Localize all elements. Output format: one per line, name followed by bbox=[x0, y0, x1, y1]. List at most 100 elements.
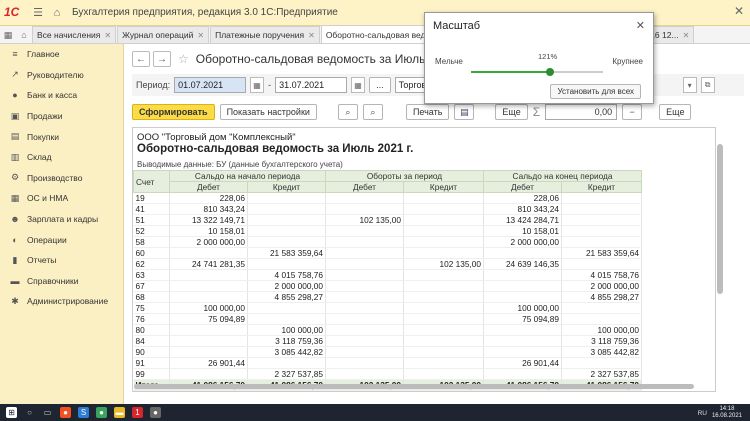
zoom-slider-knob[interactable] bbox=[546, 68, 555, 76]
dropdown-icon[interactable]: ▾ bbox=[682, 77, 697, 93]
table-row[interactable]: 41 810 343,24 810 343,24 bbox=[133, 203, 642, 215]
browser-icon[interactable]: ● bbox=[60, 407, 71, 418]
amount-cell bbox=[247, 214, 326, 226]
amount-cell bbox=[169, 335, 248, 347]
search-icon[interactable]: ○ bbox=[24, 407, 35, 418]
close-tab-icon[interactable]: ✕ bbox=[683, 31, 690, 40]
bank-icon: ● bbox=[12, 90, 18, 101]
print-button[interactable]: Печать bbox=[405, 104, 450, 120]
amount-cell bbox=[325, 313, 404, 325]
amount-cell: 13 322 149,71 bbox=[169, 214, 248, 226]
amount-cell bbox=[561, 236, 642, 248]
sidebar-item-reports[interactable]: ▮ Отчеты bbox=[0, 250, 123, 271]
show-settings-button[interactable]: Показать настройки bbox=[219, 104, 317, 120]
sidebar-item-catalogs[interactable]: ▬ Справочники bbox=[0, 271, 123, 292]
more-button-2[interactable]: Еще bbox=[659, 104, 692, 120]
table-row[interactable]: 60 21 583 359,64 21 583 359,64 bbox=[133, 247, 642, 259]
period-select-button[interactable]: ... bbox=[369, 77, 391, 93]
tab-payment-orders[interactable]: Платежные поручения ✕ bbox=[210, 26, 320, 43]
amount-cell bbox=[325, 269, 404, 281]
table-row[interactable]: 91 26 901,44 26 901,44 bbox=[133, 357, 642, 369]
preview-icon[interactable]: ▤ bbox=[454, 104, 475, 120]
table-row[interactable]: 68 4 855 298,27 4 855 298,27 bbox=[133, 291, 642, 303]
table-row[interactable]: 62 24 741 281,35 102 135,00 24 639 146,35 bbox=[133, 258, 642, 270]
search-replace-icon[interactable]: ⌕ bbox=[362, 104, 383, 120]
amount-cell bbox=[403, 357, 484, 369]
table-row[interactable]: 63 4 015 758,76 4 015 758,76 bbox=[133, 269, 642, 281]
table-row[interactable]: 99 2 327 537,85 2 327 537,85 bbox=[133, 368, 642, 380]
tab-label: Платежные поручения bbox=[215, 30, 305, 40]
clock[interactable]: 14:18 16.08.2021 bbox=[712, 406, 742, 420]
sidebar-item-label: Склад bbox=[27, 152, 52, 163]
sidebar-item-main[interactable]: ≡ Главное bbox=[0, 44, 123, 65]
sidebar-item-salary[interactable]: ☻ Зарплата и кадры bbox=[0, 209, 123, 230]
table-row[interactable]: 84 3 118 759,36 3 118 759,36 bbox=[133, 335, 642, 347]
home-icon[interactable]: ⌂ bbox=[50, 6, 64, 20]
sidebar-item-admin[interactable]: ✱ Администрирование bbox=[0, 291, 123, 312]
sidebar-item-assets[interactable]: ▦ ОС и НМА bbox=[0, 188, 123, 209]
close-tab-icon[interactable]: ✕ bbox=[104, 31, 111, 40]
app-icon-2[interactable]: ● bbox=[150, 407, 161, 418]
home-tab-icon[interactable]: ⌂ bbox=[16, 27, 32, 43]
close-tab-icon[interactable]: ✕ bbox=[197, 31, 204, 40]
table-row[interactable]: 19 228,06 228,06 bbox=[133, 192, 642, 204]
forward-button[interactable]: → bbox=[153, 51, 171, 67]
horizontal-scrollbar[interactable] bbox=[134, 384, 694, 389]
report-heading: Оборотно-сальдовая ведомость за Июль 202… bbox=[137, 143, 414, 155]
language-indicator[interactable]: RU bbox=[698, 410, 707, 417]
report-sheet[interactable]: ООО "Торговый дом "Комплексный" Оборотно… bbox=[132, 127, 716, 392]
menu-icon[interactable]: ☰ bbox=[31, 6, 45, 20]
organization-select[interactable]: Торгов bbox=[394, 77, 426, 93]
sidebar-item-bank[interactable]: ● Банк и касса bbox=[0, 85, 123, 106]
sidebar-item-operations[interactable]: ◐ Операции bbox=[0, 229, 123, 250]
date-from-input[interactable]: 01.07.2021 bbox=[174, 77, 247, 93]
favorite-star-icon[interactable]: ☆ bbox=[178, 52, 189, 66]
table-row[interactable]: 75 100 000,00 100 000,00 bbox=[133, 302, 642, 314]
date-to-input[interactable]: 31.07.2021 bbox=[275, 77, 348, 93]
close-tab-icon[interactable]: ✕ bbox=[308, 31, 315, 40]
search-icon[interactable]: ⌕ bbox=[337, 104, 358, 120]
amount-cell: 100 000,00 bbox=[169, 302, 248, 314]
sidebar-item-sales[interactable]: ▣ Продажи bbox=[0, 106, 123, 127]
trend-icon: ↗ bbox=[11, 69, 19, 80]
skype-icon[interactable]: S bbox=[78, 407, 89, 418]
task-view-icon[interactable]: ▭ bbox=[42, 407, 53, 418]
amount-cell bbox=[403, 346, 484, 358]
sidebar-item-production[interactable]: ⚙ Производство bbox=[0, 168, 123, 189]
zoom-popup: Масштаб ✕ Мельче 121% Крупнее Установить… bbox=[424, 12, 654, 104]
amount-cell: 10 158,01 bbox=[483, 225, 562, 237]
sidebar-item-warehouse[interactable]: ▥ Склад bbox=[0, 147, 123, 168]
table-row[interactable]: 58 2 000 000,00 2 000 000,00 bbox=[133, 236, 642, 248]
calendar-icon[interactable]: ▦ bbox=[351, 77, 366, 93]
folder-icon[interactable]: ▬ bbox=[114, 407, 125, 418]
table-row[interactable]: 51 13 322 149,71 102 135,00 13 424 284,71 bbox=[133, 214, 642, 226]
onec-icon[interactable]: 1 bbox=[132, 407, 143, 418]
calendar-icon[interactable]: ▦ bbox=[250, 77, 265, 93]
close-icon[interactable]: ✕ bbox=[636, 19, 645, 32]
generate-button[interactable]: Сформировать bbox=[132, 104, 215, 120]
vertical-scrollbar[interactable] bbox=[717, 144, 723, 294]
more-button[interactable]: Еще bbox=[495, 104, 528, 120]
tab-operations-journal[interactable]: Журнал операций ✕ bbox=[117, 26, 210, 43]
account-cell: 99 bbox=[133, 368, 170, 380]
table-row[interactable]: 90 3 085 442,82 3 085 442,82 bbox=[133, 346, 642, 358]
sidebar-item-manager[interactable]: ↗ Руководителю bbox=[0, 65, 123, 86]
sidebar-item-label: Справочники bbox=[27, 275, 79, 286]
table-row[interactable]: 52 10 158,01 10 158,01 bbox=[133, 225, 642, 237]
table-row[interactable]: 76 75 094,89 75 094,89 bbox=[133, 313, 642, 325]
tab-all-accruals[interactable]: Все начисления ✕ bbox=[32, 26, 117, 43]
grid-icon[interactable]: ▦ bbox=[0, 27, 16, 43]
app-icon[interactable]: ● bbox=[96, 407, 107, 418]
close-window-icon[interactable]: ✕ bbox=[734, 4, 744, 18]
back-button[interactable]: ← bbox=[132, 51, 150, 67]
amount-cell: 810 343,24 bbox=[483, 203, 562, 215]
open-icon[interactable]: ⧉ bbox=[700, 77, 715, 93]
table-row[interactable]: 80 100 000,00 100 000,00 bbox=[133, 324, 642, 336]
table-row[interactable]: 67 2 000 000,00 2 000 000,00 bbox=[133, 280, 642, 292]
zoom-slider[interactable] bbox=[471, 68, 603, 76]
minus-icon[interactable]: − bbox=[622, 104, 643, 120]
apply-to-all-button[interactable]: Установить для всех bbox=[550, 84, 641, 99]
sidebar-item-purchases[interactable]: ▤ Покупки bbox=[0, 126, 123, 147]
gear-icon: ✱ bbox=[11, 295, 19, 306]
windows-start-icon[interactable]: ⊞ bbox=[6, 407, 17, 418]
